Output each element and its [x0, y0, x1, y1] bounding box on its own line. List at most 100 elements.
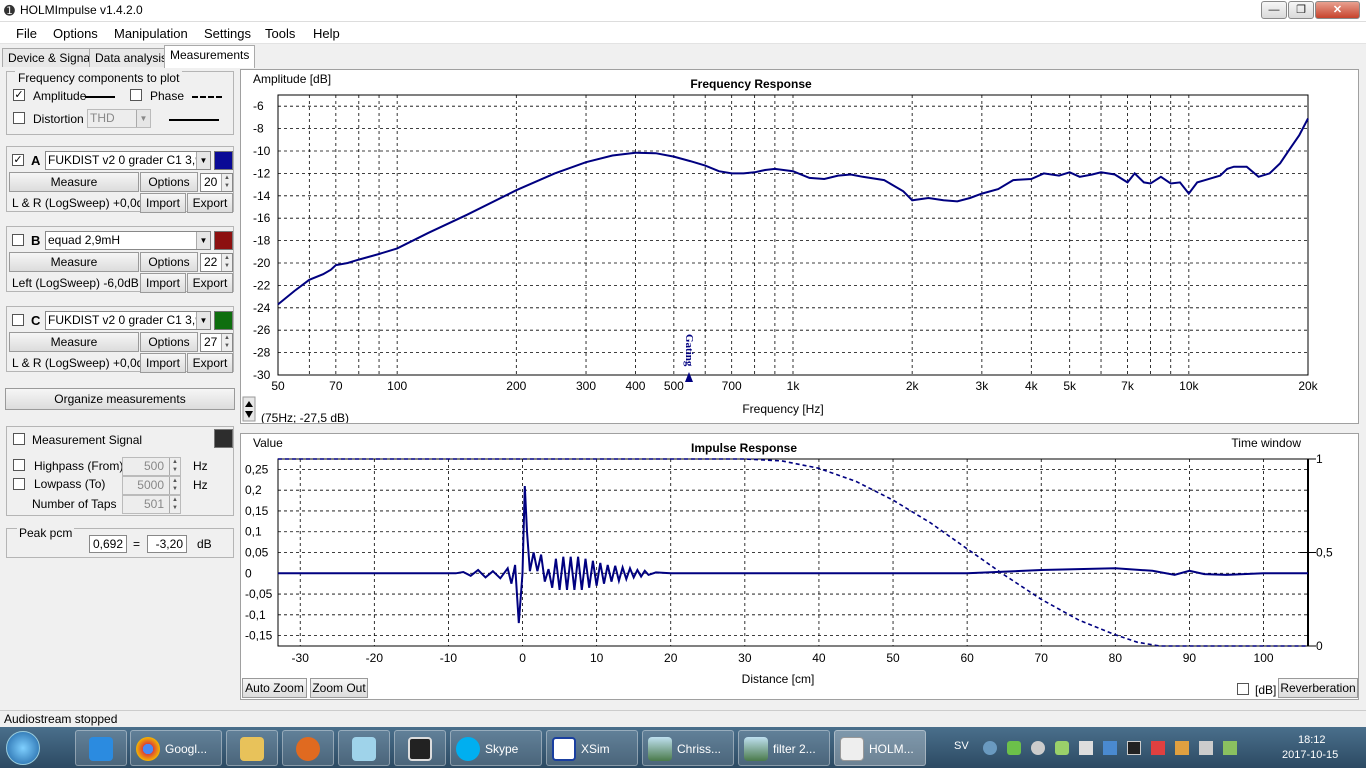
taskbar-skype[interactable]: Skype: [450, 730, 542, 766]
db-checkbox[interactable]: [1237, 683, 1249, 695]
lowpass-value: 5000: [137, 478, 164, 492]
measurement-b-measure-button[interactable]: Measure: [9, 252, 139, 272]
network-icon[interactable]: [1151, 741, 1165, 755]
tray-icon[interactable]: [1007, 741, 1021, 755]
imp-x-tick-label: 10: [590, 651, 604, 665]
menu-settings[interactable]: Settings: [204, 26, 251, 41]
organize-measurements-button[interactable]: Organize measurements: [5, 388, 235, 410]
clock-date[interactable]: 2017-10-15: [1282, 749, 1338, 761]
freq-x-tick-label: 400: [625, 379, 645, 393]
freq-x-tick-label: 500: [664, 379, 684, 393]
phase-checkbox[interactable]: [130, 89, 142, 101]
measurement-b-color-swatch[interactable]: [214, 231, 233, 250]
measurement-c-export-button[interactable]: Export: [187, 353, 233, 373]
menu-help[interactable]: Help: [313, 26, 340, 41]
spin-arrows-icon[interactable]: ▲ ▼: [221, 334, 232, 351]
tray-icon[interactable]: [1055, 741, 1069, 755]
menu-tools[interactable]: Tools: [265, 26, 295, 41]
language-indicator[interactable]: SV: [954, 740, 969, 752]
measurement-signal-checkbox[interactable]: [13, 433, 25, 445]
taskbar-holm[interactable]: HOLM...: [834, 730, 926, 766]
taskbar-media[interactable]: [282, 730, 334, 766]
skype-icon: [456, 737, 480, 761]
signal-icon[interactable]: [1079, 741, 1093, 755]
spin-arrows-icon[interactable]: ▲ ▼: [221, 174, 232, 191]
measurement-a-export-button[interactable]: Export: [187, 193, 233, 213]
measurement-c-options-button[interactable]: Options: [140, 332, 198, 352]
taskbar-ie[interactable]: [75, 730, 127, 766]
tab-device-signal[interactable]: Device & Signal: [2, 48, 99, 67]
measurement-c-count-stepper[interactable]: 27 ▲ ▼: [200, 333, 233, 352]
maximize-button[interactable]: ❐: [1288, 1, 1314, 19]
taskbar-app-dark[interactable]: [394, 730, 446, 766]
tray-icon[interactable]: [983, 741, 997, 755]
imp-x-tick-label: 20: [664, 651, 678, 665]
auto-zoom-button[interactable]: Auto Zoom: [242, 678, 307, 698]
reverberation-button[interactable]: Reverberation: [1278, 678, 1358, 698]
minimize-button[interactable]: —: [1261, 1, 1287, 19]
amplitude-checkbox[interactable]: ✓: [13, 89, 25, 101]
measurement-a-color-swatch[interactable]: [214, 151, 233, 170]
highpass-stepper[interactable]: 500 ▲ ▼: [122, 457, 181, 476]
clock-time[interactable]: 18:12: [1298, 734, 1326, 746]
taskbar-app-blue[interactable]: [338, 730, 390, 766]
system-tray-icons[interactable]: [983, 739, 1253, 757]
start-button[interactable]: [6, 731, 40, 765]
zoom-out-button[interactable]: Zoom Out: [310, 678, 368, 698]
cursor-toggle-icon[interactable]: [242, 396, 256, 422]
measurement-a-measure-button[interactable]: Measure: [9, 172, 139, 192]
taskbar-xsim[interactable]: XSim: [546, 730, 638, 766]
tray-icon[interactable]: [1103, 741, 1117, 755]
chrome-icon: [136, 737, 160, 761]
peak-db-value: -3,20: [147, 535, 187, 553]
taskbar-chrome[interactable]: Googl...: [130, 730, 222, 766]
measurement-b-export-button[interactable]: Export: [187, 273, 233, 293]
measurement-a-count-stepper[interactable]: 20 ▲ ▼: [200, 173, 233, 192]
distortion-type-select[interactable]: THD ▼: [87, 109, 151, 128]
measurement-c-measure-button[interactable]: Measure: [9, 332, 139, 352]
measurement-c-import-button[interactable]: Import: [140, 353, 186, 373]
measurement-a-select[interactable]: FUKDIST v2 0 grader C1 3,9u ▼: [45, 151, 211, 170]
freq-x-tick-label: 700: [722, 379, 742, 393]
taskbar-photo-2[interactable]: filter 2...: [738, 730, 830, 766]
lowpass-stepper[interactable]: 5000 ▲ ▼: [122, 476, 181, 495]
spin-arrows-icon[interactable]: ▲ ▼: [169, 477, 180, 494]
highpass-checkbox[interactable]: [13, 459, 25, 471]
lowpass-checkbox[interactable]: [13, 478, 25, 490]
steam-icon[interactable]: [1031, 741, 1045, 755]
monitor-icon[interactable]: [1127, 741, 1141, 755]
measurement-b-count-stepper[interactable]: 22 ▲ ▼: [200, 253, 233, 272]
measurement-b-select[interactable]: equad 2,9mH ▼: [45, 231, 211, 250]
spin-arrows-icon[interactable]: ▲ ▼: [169, 496, 180, 513]
impulse-response-chart[interactable]: -30 -20 -10 0 10 20 30 40 50 60 70 80 90 1000,250,20,…: [241, 434, 1358, 699]
distortion-checkbox[interactable]: [13, 112, 25, 124]
menu-options[interactable]: Options: [53, 26, 98, 41]
measurement-a-import-button[interactable]: Import: [140, 193, 186, 213]
menu-manipulation[interactable]: Manipulation: [114, 26, 188, 41]
volume-icon[interactable]: [1199, 741, 1213, 755]
time-window-tick-label: 0,5: [1316, 546, 1333, 560]
peak-db-unit: dB: [197, 537, 212, 551]
menu-file[interactable]: File: [16, 26, 37, 41]
spin-arrows-icon[interactable]: ▲ ▼: [221, 254, 232, 271]
frequency-response-chart[interactable]: 50 70 100 200 300 400 500 700 1k 2k 3k 4k 5k 7k 10k 20k…: [241, 70, 1358, 423]
imp-y-axis-label: Value: [253, 436, 283, 450]
measurement-b-checkbox[interactable]: [12, 234, 24, 246]
usb-icon[interactable]: [1223, 741, 1237, 755]
tab-data-analysis[interactable]: Data analysis: [89, 48, 174, 67]
measurement-c-color-swatch[interactable]: [214, 311, 233, 330]
speaker-icon[interactable]: [1175, 741, 1189, 755]
measurement-c-checkbox[interactable]: [12, 314, 24, 326]
measurement-a-checkbox[interactable]: ✓: [12, 154, 24, 166]
measurement-b-import-button[interactable]: Import: [140, 273, 186, 293]
measurement-b-options-button[interactable]: Options: [140, 252, 198, 272]
tab-measurements[interactable]: Measurements: [164, 45, 256, 68]
taskbar-photo-1[interactable]: Chriss...: [642, 730, 734, 766]
taps-stepper[interactable]: 501 ▲ ▼: [122, 495, 181, 514]
spin-arrows-icon[interactable]: ▲ ▼: [169, 458, 180, 475]
measurement-c-select[interactable]: FUKDIST v2 0 grader C1 3,9u ▼: [45, 311, 211, 330]
taskbar-explorer[interactable]: [226, 730, 278, 766]
measurement-signal-color-swatch[interactable]: [214, 429, 233, 448]
measurement-a-options-button[interactable]: Options: [140, 172, 198, 192]
close-button[interactable]: ✕: [1315, 1, 1360, 19]
